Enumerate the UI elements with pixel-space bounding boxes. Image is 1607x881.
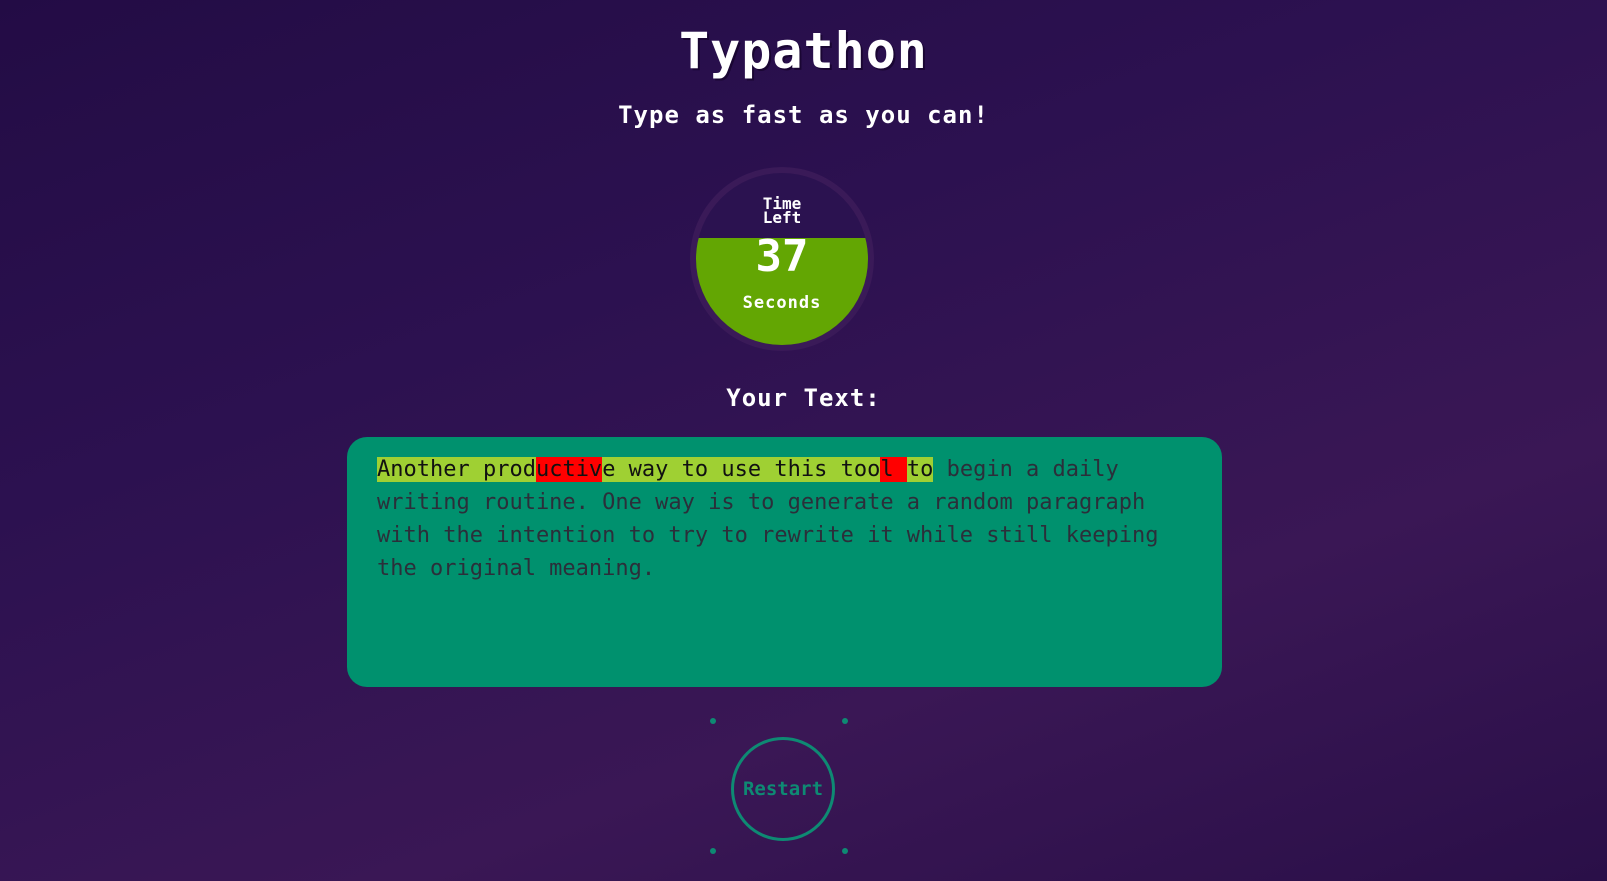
typed-error-text: l — [880, 457, 907, 482]
typing-passage: Another productive way to use this tool … — [377, 453, 1192, 585]
timer-unit-label: Seconds — [742, 293, 822, 313]
typed-correct-text: e way to use this too — [602, 457, 881, 482]
decorative-dot — [710, 718, 716, 724]
restart-control: Restart — [710, 718, 860, 868]
timer-dial: Time Left 37 Seconds — [696, 173, 868, 345]
app-subtitle: Type as fast as you can! — [618, 101, 989, 129]
typing-passage-box[interactable]: Another productive way to use this tool … — [347, 437, 1222, 687]
passage-heading: Your Text: — [726, 384, 881, 412]
countdown-timer: Time Left 37 Seconds — [690, 167, 874, 351]
typed-correct-text: to — [906, 457, 934, 482]
timer-seconds-value: 37 — [755, 231, 809, 282]
typed-correct-text: Another prod — [377, 457, 536, 482]
restart-button[interactable]: Restart — [731, 737, 835, 841]
app-title: Typathon — [679, 22, 928, 80]
decorative-dot — [842, 848, 848, 854]
decorative-dot — [710, 848, 716, 854]
timer-label: Time Left — [762, 194, 802, 227]
decorative-dot — [842, 718, 848, 724]
typed-error-text: uctiv — [535, 457, 603, 482]
